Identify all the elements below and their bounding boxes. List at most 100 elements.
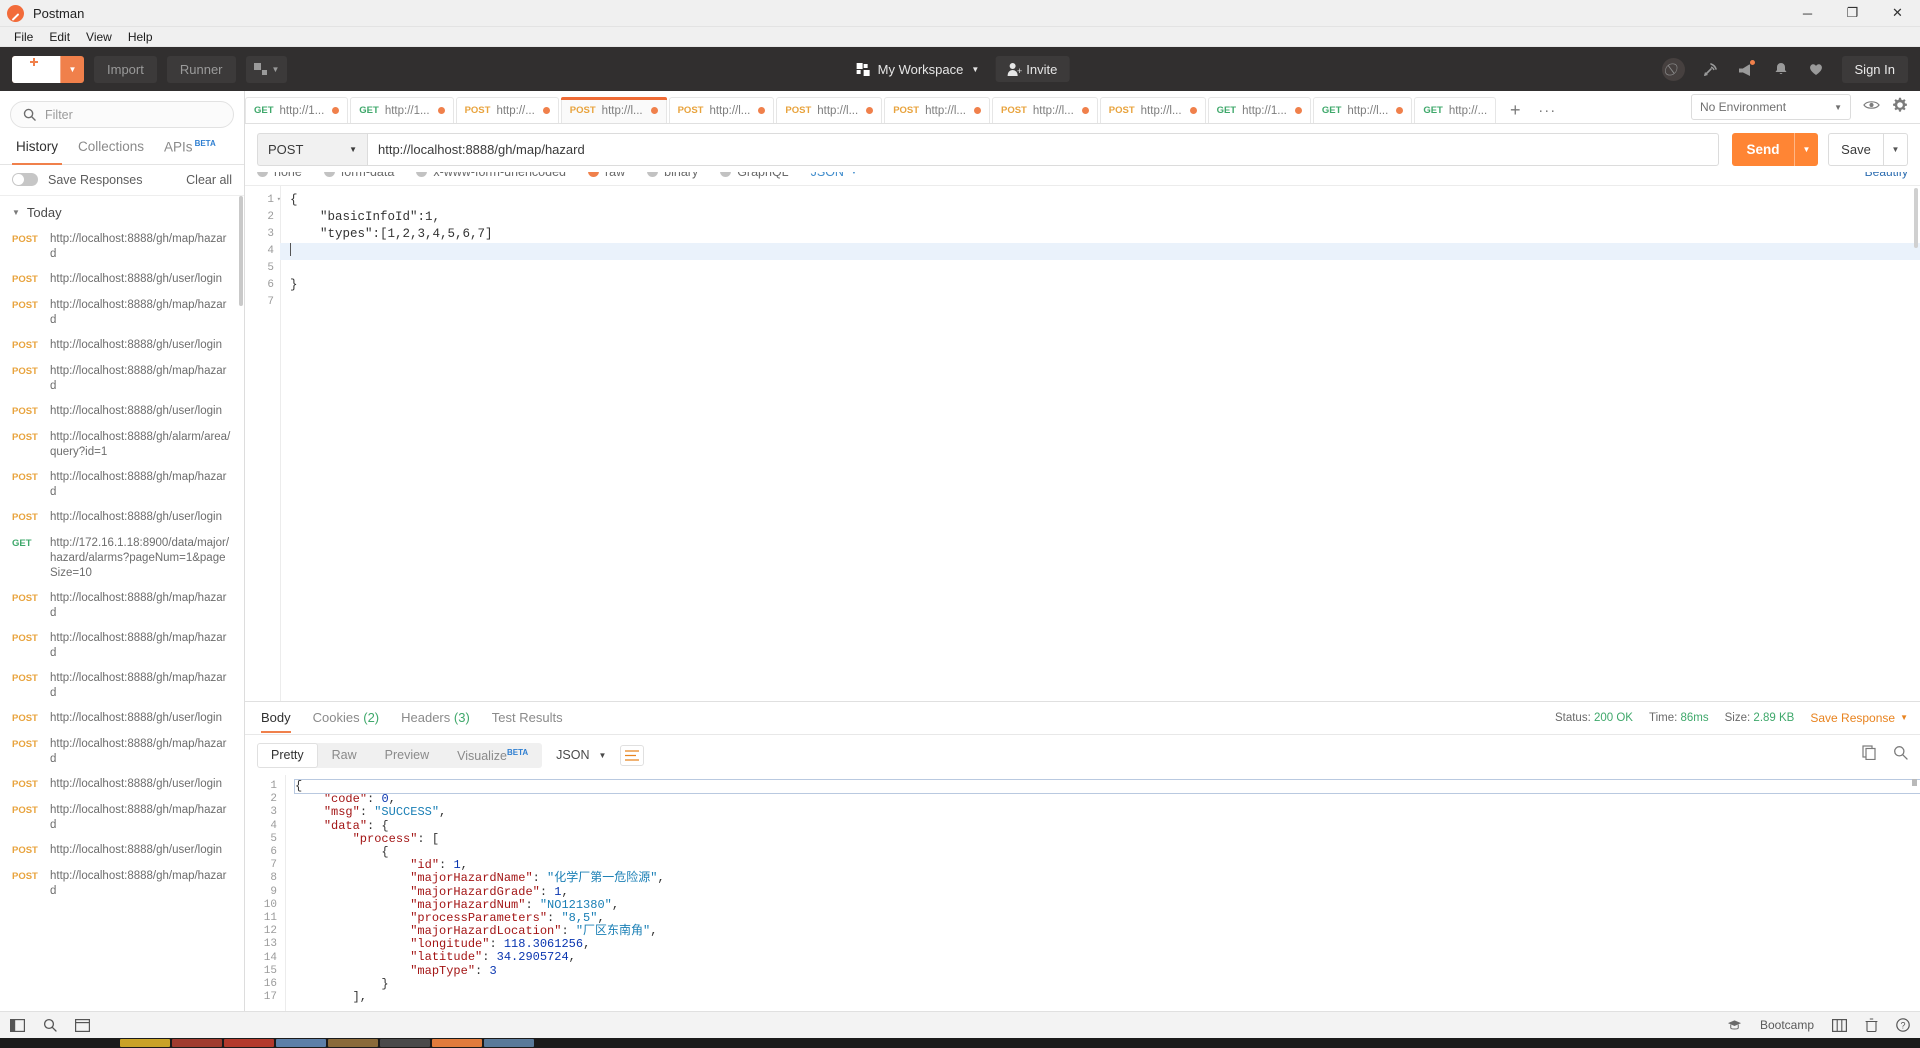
- request-format-select[interactable]: JSON ▼: [811, 172, 858, 179]
- close-button[interactable]: ✕: [1875, 0, 1920, 27]
- history-item[interactable]: POST http://localhost:8888/gh/map/hazard: [0, 586, 244, 626]
- request-tab[interactable]: GET http://1...: [1207, 97, 1311, 123]
- body-type-binary[interactable]: binary: [647, 172, 698, 179]
- history-item[interactable]: POST http://localhost:8888/gh/user/login: [0, 838, 244, 864]
- taskbar-item[interactable]: [224, 1039, 274, 1047]
- request-code-area[interactable]: { "basicInfoId":1, "types":[1,2,3,4,5,6,…: [280, 186, 1920, 701]
- save-dropdown-caret-icon[interactable]: ▼: [1884, 133, 1908, 166]
- trash-icon[interactable]: [1865, 1018, 1878, 1032]
- request-body-editor[interactable]: 1 2 3 4 5 6 7 { "basicInfoId":1, "types"…: [245, 185, 1920, 701]
- body-type-GraphQL[interactable]: GraphQL: [720, 172, 789, 179]
- line-number[interactable]: 1: [245, 192, 281, 209]
- history-item[interactable]: POST http://localhost:8888/gh/map/hazard: [0, 666, 244, 706]
- response-tab-body[interactable]: Body: [257, 703, 302, 733]
- request-tab[interactable]: GET http://1...: [245, 97, 349, 123]
- sign-in-button[interactable]: Sign In: [1841, 55, 1908, 83]
- environment-select[interactable]: No Environment ▼: [1691, 94, 1851, 120]
- response-scrollbar[interactable]: [1912, 779, 1917, 786]
- url-input[interactable]: http://localhost:8888/gh/map/hazard: [367, 133, 1719, 166]
- search-input[interactable]: Filter: [10, 101, 234, 128]
- history-item[interactable]: POST http://localhost:8888/gh/user/login: [0, 399, 244, 425]
- maximize-button[interactable]: ❐: [1830, 0, 1875, 27]
- history-item[interactable]: POST http://localhost:8888/gh/user/login: [0, 772, 244, 798]
- taskbar-item-active[interactable]: [432, 1039, 482, 1047]
- console-icon[interactable]: [75, 1018, 90, 1032]
- sidebar-tab-apis[interactable]: APIs BETA: [154, 134, 226, 164]
- request-tab[interactable]: GET http://1...: [350, 97, 454, 123]
- save-button[interactable]: Save: [1828, 133, 1884, 166]
- new-button-main[interactable]: New: [12, 55, 61, 83]
- response-tab-test-results[interactable]: Test Results: [481, 703, 574, 733]
- taskbar-item[interactable]: [172, 1039, 222, 1047]
- menu-help[interactable]: Help: [120, 29, 161, 45]
- taskbar-item[interactable]: [380, 1039, 430, 1047]
- request-tab[interactable]: POST http://...: [455, 97, 559, 123]
- new-button[interactable]: New ▼: [12, 55, 85, 83]
- history-item[interactable]: POST http://localhost:8888/gh/user/login: [0, 706, 244, 732]
- new-tab-button[interactable]: +: [1498, 97, 1532, 123]
- request-tab[interactable]: POST http://l...: [991, 97, 1098, 123]
- history-item[interactable]: POST http://localhost:8888/gh/map/hazard: [0, 359, 244, 399]
- menu-edit[interactable]: Edit: [41, 29, 78, 45]
- response-content-type-select[interactable]: JSON ▼: [556, 748, 606, 762]
- history-item[interactable]: POST http://localhost:8888/gh/map/hazard: [0, 227, 244, 267]
- history-item[interactable]: GET http://172.16.1.18:8900/data/major/ha…: [0, 531, 244, 586]
- format-pretty[interactable]: Pretty: [257, 742, 318, 768]
- clear-all-button[interactable]: Clear all: [186, 173, 232, 187]
- response-tab-cookies[interactable]: Cookies (2): [302, 703, 390, 733]
- megaphone-icon[interactable]: [1737, 59, 1756, 78]
- help-icon[interactable]: ?: [1896, 1018, 1910, 1032]
- send-dropdown-caret-icon[interactable]: ▼: [1794, 133, 1818, 166]
- sidebar-toggle-icon[interactable]: [10, 1018, 25, 1032]
- history-group-today[interactable]: ▼ Today: [0, 196, 244, 227]
- format-raw[interactable]: Raw: [318, 743, 371, 768]
- workspace-selector[interactable]: My Workspace ▼: [851, 58, 986, 81]
- copy-icon[interactable]: [1862, 745, 1877, 765]
- history-item[interactable]: POST http://localhost:8888/gh/map/hazard: [0, 465, 244, 505]
- request-tab-active[interactable]: POST http://l...: [560, 97, 667, 123]
- new-dropdown-caret-icon[interactable]: ▼: [60, 55, 84, 83]
- search-icon[interactable]: [43, 1018, 57, 1032]
- body-type-x-www-form-urlencoded[interactable]: x-www-form-urlencoded: [416, 172, 566, 179]
- history-item[interactable]: POST http://localhost:8888/gh/alarm/area/…: [0, 425, 244, 465]
- menu-view[interactable]: View: [78, 29, 120, 45]
- history-item[interactable]: POST http://localhost:8888/gh/user/login: [0, 505, 244, 531]
- invite-button[interactable]: + Invite: [995, 56, 1070, 82]
- broadcast-icon[interactable]: [1702, 60, 1720, 78]
- taskbar-item[interactable]: [276, 1039, 326, 1047]
- runner-button[interactable]: Runner: [166, 55, 236, 83]
- body-type-none[interactable]: none: [257, 172, 302, 179]
- format-visualize[interactable]: VisualizeBETA: [443, 743, 542, 768]
- request-editor-scrollbar[interactable]: [1914, 188, 1918, 248]
- sidebar-tab-history[interactable]: History: [6, 134, 68, 164]
- history-item[interactable]: POST http://localhost:8888/gh/map/hazard: [0, 293, 244, 333]
- sidebar-tab-collections[interactable]: Collections: [68, 134, 154, 164]
- request-tab[interactable]: POST http://l...: [668, 97, 775, 123]
- request-tab[interactable]: POST http://l...: [884, 97, 990, 123]
- request-tab[interactable]: POST http://l...: [776, 97, 883, 123]
- history-item[interactable]: POST http://localhost:8888/gh/map/hazard: [0, 798, 244, 838]
- grid-view-icon[interactable]: [1832, 1018, 1847, 1032]
- sidebar-scrollbar[interactable]: [239, 195, 243, 306]
- method-select[interactable]: POST ▼: [257, 133, 367, 166]
- bootcamp-icon[interactable]: [1727, 1019, 1742, 1032]
- bell-icon[interactable]: [1772, 60, 1790, 78]
- request-tab[interactable]: POST http://l...: [1099, 97, 1206, 123]
- taskbar-item[interactable]: [120, 1039, 170, 1047]
- body-type-form-data[interactable]: form-data: [323, 172, 394, 179]
- heart-icon[interactable]: [1807, 60, 1825, 78]
- tab-options-button[interactable]: ···: [1532, 97, 1562, 123]
- send-button[interactable]: Send: [1732, 133, 1794, 166]
- history-item[interactable]: POST http://localhost:8888/gh/map/hazard: [0, 864, 244, 904]
- minimize-button[interactable]: ─: [1785, 0, 1830, 27]
- history-item[interactable]: POST http://localhost:8888/gh/map/hazard: [0, 732, 244, 772]
- history-item[interactable]: POST http://localhost:8888/gh/user/login: [0, 333, 244, 359]
- save-responses-toggle[interactable]: [12, 173, 38, 186]
- history-list[interactable]: ▼ Today POST http://localhost:8888/gh/map…: [0, 195, 244, 1012]
- bootcamp-label[interactable]: Bootcamp: [1760, 1018, 1814, 1032]
- beautify-button[interactable]: Beautify: [1865, 172, 1908, 179]
- request-tab[interactable]: GET http://...: [1414, 97, 1497, 123]
- body-type-raw[interactable]: raw: [588, 172, 625, 179]
- search-icon[interactable]: [1893, 745, 1908, 765]
- format-preview[interactable]: Preview: [371, 743, 443, 768]
